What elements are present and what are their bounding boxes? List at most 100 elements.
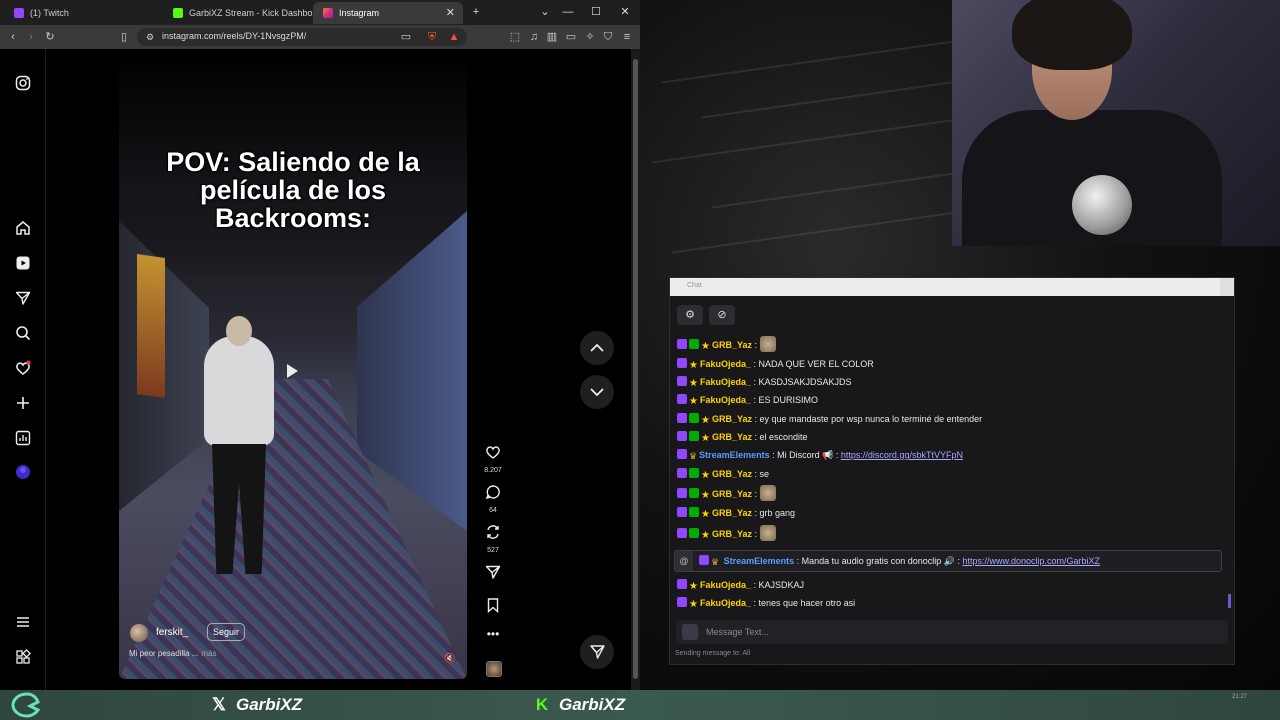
send-icon	[590, 645, 605, 659]
brave-shield-icon[interactable]: ⛨	[425, 30, 439, 44]
repost-action[interactable]: 527	[482, 524, 504, 554]
twitch-badge-icon	[677, 431, 687, 441]
search-icon[interactable]	[15, 325, 31, 341]
tab-kick-dashboard[interactable]: GarbiXZ Stream - Kick Dashboard	[163, 2, 326, 24]
comment-action[interactable]: 64	[482, 484, 504, 514]
more-menu-icon[interactable]	[15, 614, 31, 630]
chat-text: ey que mandaste por wsp nunca lo terminé…	[759, 414, 983, 424]
chat-username[interactable]: FakuOjeda_	[700, 598, 751, 608]
wallet-icon[interactable]: ▭	[564, 30, 578, 44]
chat-input[interactable]: Message Text...	[676, 620, 1228, 644]
chat-username[interactable]: GRB_Yaz	[712, 529, 752, 539]
forward-icon[interactable]: ›	[24, 30, 38, 44]
close-tab-icon[interactable]: ✕	[446, 2, 455, 24]
new-tab-button[interactable]: +	[463, 0, 489, 25]
reload-icon[interactable]: ↻	[43, 30, 57, 44]
audio-thumbnail[interactable]	[486, 661, 502, 677]
apps-icon[interactable]	[15, 649, 31, 665]
heart-icon[interactable]	[15, 360, 31, 376]
author-avatar[interactable]	[130, 624, 148, 642]
star-badge-icon: ★	[701, 530, 710, 541]
megaphone-icon: 📢	[822, 450, 834, 460]
instagram-favicon-icon	[323, 8, 333, 18]
highlighted-message-content: ♛ StreamElements : Manda tu audio gratis…	[699, 553, 1100, 569]
chat-username[interactable]: GRB_Yaz	[712, 489, 752, 499]
more-options-icon[interactable]: •••	[482, 627, 504, 641]
tab-strip: (1) Twitch GarbiXZ Stream - Kick Dashboa…	[0, 0, 640, 25]
kick-logo-icon: K	[535, 695, 549, 714]
address-bar[interactable]: ⚙ instagram.com/reels/DY-1NvsgzPM/ ▭ ⛨ ▲	[137, 28, 467, 46]
star-badge-icon: ★	[701, 490, 710, 501]
chat-username[interactable]: GRB_Yaz	[712, 432, 752, 442]
extensions-icon[interactable]: ⬚	[508, 30, 522, 44]
twitch-badge-icon	[677, 449, 687, 459]
chat-close-button[interactable]	[1220, 278, 1234, 296]
chat-username[interactable]: GRB_Yaz	[712, 469, 752, 479]
donoclip-link[interactable]: https://www.donoclip.com/GarbiXZ	[963, 556, 1101, 566]
chat-scrollbar[interactable]	[1228, 594, 1231, 608]
repost-count: 527	[487, 547, 499, 554]
caption-more-link[interactable]: más	[201, 649, 216, 658]
chat-username[interactable]: FakuOjeda_	[700, 377, 751, 387]
mute-icon[interactable]: 🔇	[444, 653, 455, 664]
leo-ai-icon[interactable]: ✧	[583, 30, 597, 44]
reel-title-line-3: Backrooms:	[214, 203, 372, 233]
chat-username[interactable]: StreamElements	[699, 450, 770, 460]
chat-settings-button[interactable]: ⚙	[677, 305, 703, 325]
url-text: instagram.com/reels/DY-1NvsgzPM/	[162, 31, 307, 41]
maximize-button[interactable]: ☐	[583, 0, 609, 25]
cast-icon[interactable]: ▭	[399, 30, 413, 44]
heart-icon[interactable]	[485, 444, 501, 460]
bookmark-icon[interactable]: ▯	[117, 30, 131, 44]
media-icon[interactable]: ♫	[527, 30, 541, 44]
chat-username[interactable]: GRB_Yaz	[712, 340, 752, 350]
dashboard-icon[interactable]	[15, 430, 31, 446]
repost-icon[interactable]	[485, 524, 501, 540]
chat-message: ★ FakuOjeda_ : ES DURISIMO	[677, 392, 818, 408]
popout-icon: ⊘	[717, 309, 727, 321]
send-icon[interactable]	[485, 564, 501, 580]
reels-icon[interactable]	[15, 255, 31, 271]
back-icon[interactable]: ‹	[6, 30, 20, 44]
close-window-button[interactable]: ✕	[612, 0, 638, 25]
comment-icon[interactable]	[485, 484, 501, 500]
chat-message: ★ GRB_Yaz : ey que mandaste por wsp nunca…	[677, 411, 982, 427]
vpn-icon[interactable]: ⛉	[601, 30, 615, 44]
next-reel-button[interactable]	[580, 375, 614, 409]
tab-twitch[interactable]: (1) Twitch	[4, 2, 162, 24]
messages-button[interactable]	[580, 635, 614, 669]
star-badge-icon: ★	[689, 360, 698, 371]
chat-username[interactable]: FakuOjeda_	[700, 580, 751, 590]
create-icon[interactable]	[15, 395, 31, 411]
instagram-logo-icon[interactable]	[15, 75, 31, 91]
sidebar-toggle-icon[interactable]: ▥	[545, 30, 559, 44]
brave-rewards-icon[interactable]: ▲	[447, 30, 461, 44]
chat-link[interactable]: https://discord.gg/sbkTtVYFpN	[841, 450, 963, 460]
page-scrollbar[interactable]	[631, 49, 640, 690]
chat-username[interactable]: GRB_Yaz	[712, 508, 752, 518]
profile-icon[interactable]	[15, 464, 31, 480]
chat-username[interactable]: StreamElements	[724, 556, 795, 566]
minimize-button[interactable]: —	[555, 0, 581, 25]
author-username[interactable]: ferskit_	[156, 627, 188, 638]
chat-username[interactable]: FakuOjeda_	[700, 359, 751, 369]
follow-button[interactable]: Seguir	[207, 623, 246, 641]
like-action[interactable]: 8.207	[482, 444, 504, 474]
chat-text: ES DURISIMO	[758, 395, 819, 405]
chat-username[interactable]: FakuOjeda_	[700, 395, 751, 405]
reel-video[interactable]: POV: Saliendo de la película de los Back…	[119, 61, 467, 679]
play-icon[interactable]	[287, 364, 298, 378]
chat-username[interactable]: GRB_Yaz	[712, 414, 752, 424]
save-action[interactable]	[482, 597, 504, 618]
previous-reel-button[interactable]	[580, 331, 614, 365]
chat-popout-button[interactable]: ⊘	[709, 305, 735, 325]
bookmark-icon[interactable]	[485, 597, 501, 614]
menu-icon[interactable]: ≡	[620, 30, 634, 44]
site-info-icon[interactable]: ⚙	[143, 30, 157, 44]
home-icon[interactable]	[15, 220, 31, 236]
instagram-page: POV: Saliendo de la película de los Back…	[0, 49, 640, 690]
send-icon[interactable]	[15, 290, 31, 306]
microphone	[1072, 175, 1132, 235]
tab-instagram[interactable]: Instagram ✕	[313, 2, 463, 24]
share-action[interactable]	[482, 564, 504, 585]
